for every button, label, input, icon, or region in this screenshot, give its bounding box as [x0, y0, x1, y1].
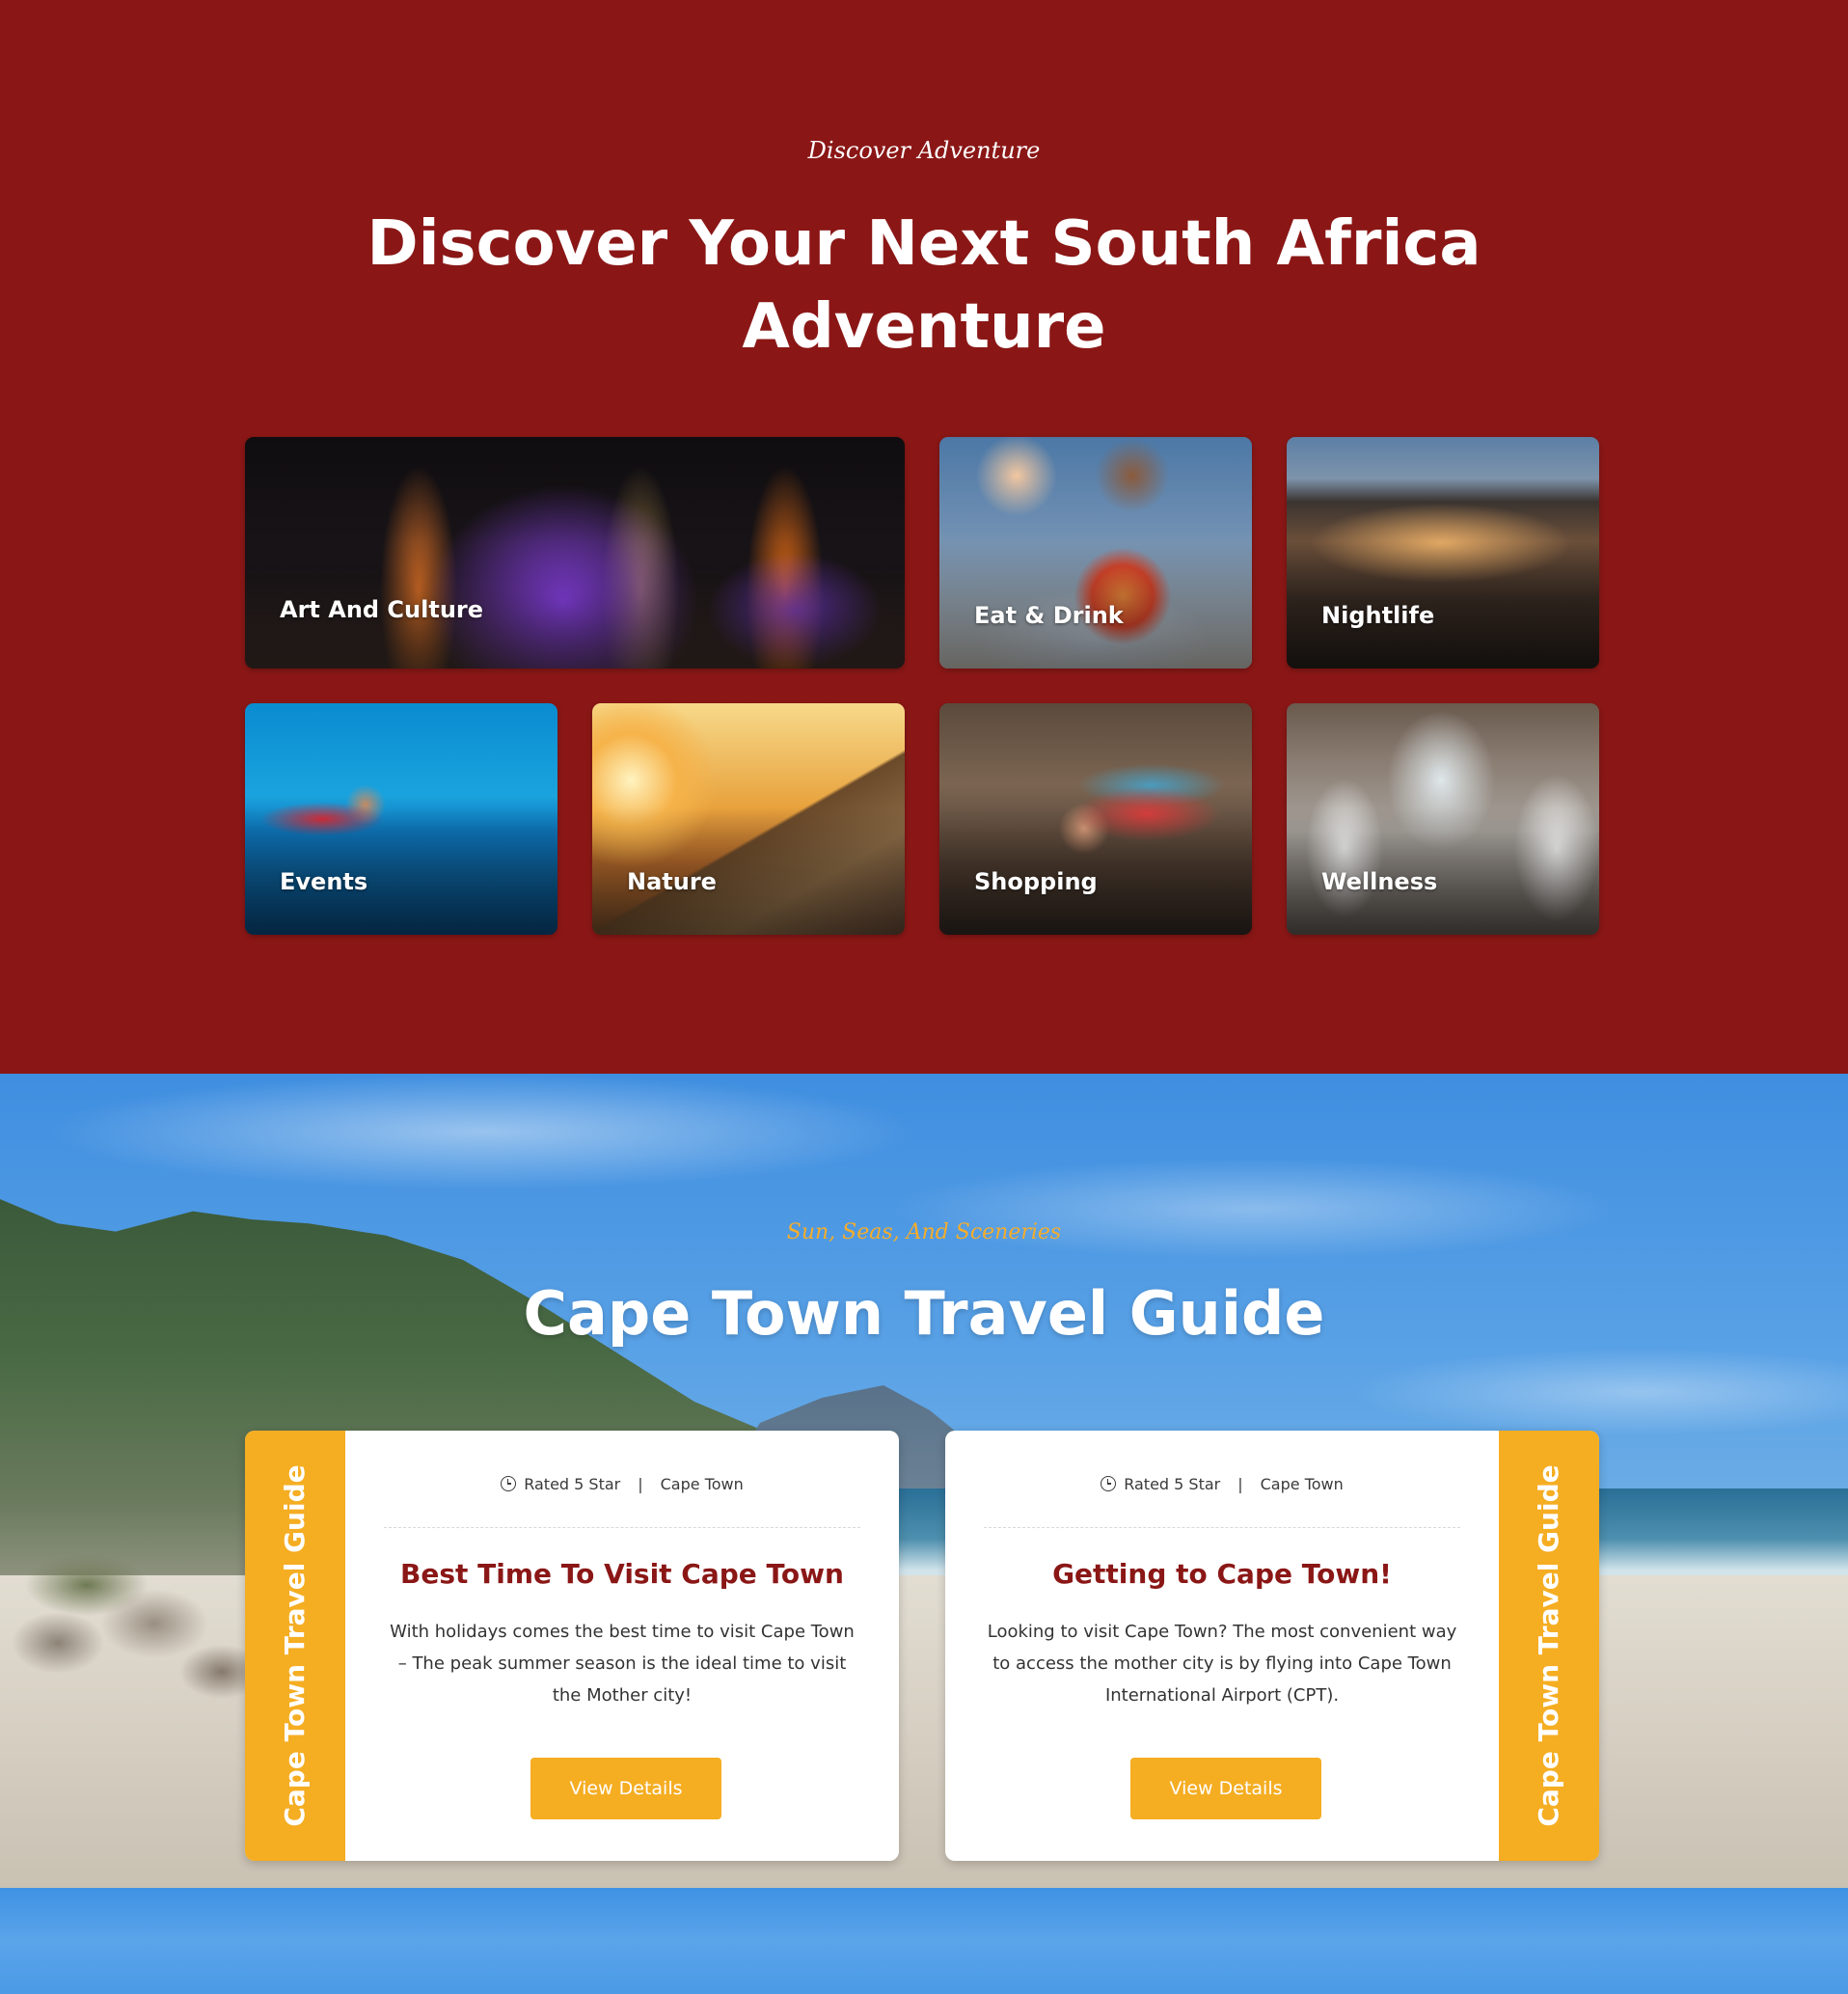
- category-label: Eat & Drink: [974, 602, 1124, 629]
- category-card-nightlife[interactable]: Nightlife: [1287, 437, 1599, 669]
- meta-separator: |: [638, 1475, 643, 1493]
- discover-kicker: Discover Adventure: [807, 137, 1041, 164]
- guide-card-best-time: Cape Town Travel Guide Rated 5 Star | Cape…: [245, 1431, 899, 1861]
- meta-separator: |: [1237, 1475, 1243, 1493]
- category-label: Wellness: [1321, 868, 1438, 895]
- guide-card-meta: Rated 5 Star | Cape Town: [345, 1475, 899, 1493]
- guide-card-divider: [984, 1527, 1460, 1528]
- rating-text: Rated 5 Star: [524, 1475, 621, 1493]
- category-label: Nightlife: [1321, 602, 1435, 629]
- guide-card-body: Rated 5 Star | Cape Town Getting to Cape T…: [945, 1431, 1499, 1861]
- guide-card-title: Best Time To Visit Cape Town: [400, 1558, 844, 1590]
- category-label: Art And Culture: [280, 596, 484, 623]
- guide-card-strip: Cape Town Travel Guide: [245, 1431, 345, 1861]
- discover-section: Discover Adventure Discover Your Next So…: [0, 0, 1848, 1074]
- guide-card-title: Getting to Cape Town!: [1052, 1558, 1392, 1590]
- category-label: Events: [280, 868, 368, 895]
- guide-card-strip-label: Cape Town Travel Guide: [1533, 1464, 1564, 1827]
- view-details-button[interactable]: View Details: [1130, 1758, 1321, 1819]
- category-card-wellness[interactable]: Wellness: [1287, 703, 1599, 935]
- category-label: Shopping: [974, 868, 1098, 895]
- guide-card-description: With holidays comes the best time to vis…: [390, 1622, 855, 1706]
- location-text: Cape Town: [1260, 1475, 1344, 1493]
- guide-card-meta: Rated 5 Star | Cape Town: [945, 1475, 1499, 1493]
- category-card-events[interactable]: Events: [245, 703, 557, 935]
- guide-kicker: Sun, Seas, And Sceneries: [786, 1220, 1062, 1244]
- guide-title: Cape Town Travel Guide: [523, 1278, 1325, 1349]
- category-card-shopping[interactable]: Shopping: [939, 703, 1252, 935]
- view-details-button[interactable]: View Details: [530, 1758, 721, 1819]
- location-text: Cape Town: [660, 1475, 744, 1493]
- guide-card-getting-to: Rated 5 Star | Cape Town Getting to Cape T…: [945, 1431, 1599, 1861]
- guide-card-description: Looking to visit Cape Town? The most con…: [987, 1622, 1457, 1706]
- guide-card-divider: [384, 1527, 860, 1528]
- guide-card-strip-label: Cape Town Travel Guide: [279, 1464, 311, 1827]
- clock-icon: [1101, 1476, 1117, 1491]
- clock-icon: [501, 1476, 517, 1491]
- rating-text: Rated 5 Star: [1124, 1475, 1221, 1493]
- guide-card-strip: Cape Town Travel Guide: [1499, 1431, 1599, 1861]
- guide-card-body: Rated 5 Star | Cape Town Best Time To Visi…: [345, 1431, 899, 1861]
- category-card-nature[interactable]: Nature: [592, 703, 905, 935]
- category-label: Nature: [627, 868, 717, 895]
- discover-title: Discover Your Next South Africa Adventur…: [367, 208, 1481, 363]
- category-card-eat-and-drink[interactable]: Eat & Drink: [939, 437, 1252, 669]
- category-card-art-and-culture[interactable]: Art And Culture: [245, 437, 905, 669]
- next-section-sky: [0, 1888, 1848, 1994]
